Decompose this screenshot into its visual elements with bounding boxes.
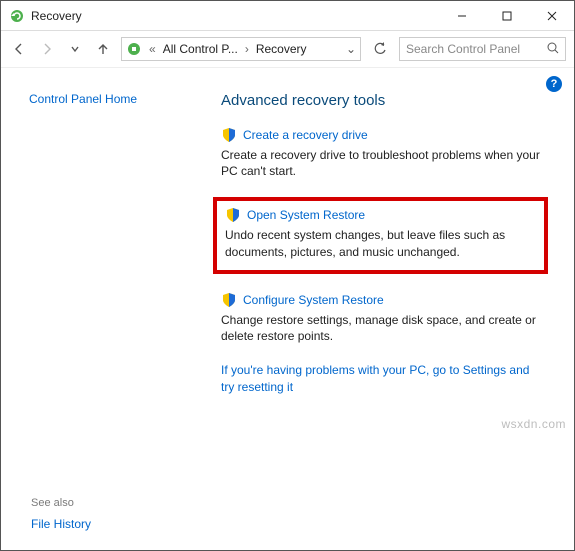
help-icon[interactable]: ? (546, 76, 562, 92)
recent-locations-button[interactable] (65, 39, 85, 59)
see-also-label: See also (31, 497, 91, 509)
breadcrumb-sep: « (146, 42, 159, 56)
search-placeholder: Search Control Panel (406, 42, 547, 56)
forward-button[interactable] (37, 39, 57, 59)
breadcrumb[interactable]: « All Control P... › Recovery ⌄ (121, 37, 361, 61)
item-description: Create a recovery drive to troubleshoot … (221, 147, 544, 179)
configure-system-restore-link[interactable]: Configure System Restore (243, 293, 384, 307)
item-description: Change restore settings, manage disk spa… (221, 312, 544, 344)
recovery-tool-item: Create a recovery drive Create a recover… (221, 127, 544, 179)
minimize-button[interactable] (439, 1, 484, 30)
watermark: wsxdn.com (501, 417, 566, 431)
control-panel-icon (126, 41, 142, 57)
refresh-button[interactable] (369, 38, 391, 60)
window-title: Recovery (31, 9, 439, 23)
search-icon (547, 42, 559, 57)
back-button[interactable] (9, 39, 29, 59)
see-also-section: See also File History (31, 497, 91, 531)
recovery-tool-item: Configure System Restore Change restore … (221, 292, 544, 344)
file-history-link[interactable]: File History (31, 517, 91, 531)
shield-icon (225, 207, 241, 223)
sidebar: Control Panel Home See also File History (1, 68, 181, 551)
open-system-restore-link[interactable]: Open System Restore (247, 208, 365, 222)
search-input[interactable]: Search Control Panel (399, 37, 566, 61)
breadcrumb-item-2[interactable]: Recovery (252, 42, 311, 56)
up-button[interactable] (93, 39, 113, 59)
breadcrumb-item-1[interactable]: All Control P... (159, 42, 242, 56)
control-panel-home-link[interactable]: Control Panel Home (29, 92, 137, 106)
titlebar: Recovery (1, 1, 574, 31)
recovery-tool-item-highlighted: Open System Restore Undo recent system c… (213, 197, 548, 273)
address-bar: « All Control P... › Recovery ⌄ Search C… (1, 31, 574, 67)
troubleshoot-link[interactable]: If you're having problems with your PC, … (221, 362, 544, 396)
window-controls (439, 1, 574, 30)
chevron-down-icon[interactable]: ⌄ (346, 42, 356, 56)
main-panel: ? Advanced recovery tools Create a recov… (181, 68, 574, 551)
close-button[interactable] (529, 1, 574, 30)
page-title: Advanced recovery tools (221, 92, 544, 109)
maximize-button[interactable] (484, 1, 529, 30)
shield-icon (221, 127, 237, 143)
chevron-right-icon[interactable]: › (242, 42, 252, 56)
shield-icon (221, 292, 237, 308)
recovery-icon (9, 8, 25, 24)
item-description: Undo recent system changes, but leave fi… (225, 227, 536, 259)
create-recovery-drive-link[interactable]: Create a recovery drive (243, 128, 368, 142)
content-area: Control Panel Home See also File History… (1, 68, 574, 551)
